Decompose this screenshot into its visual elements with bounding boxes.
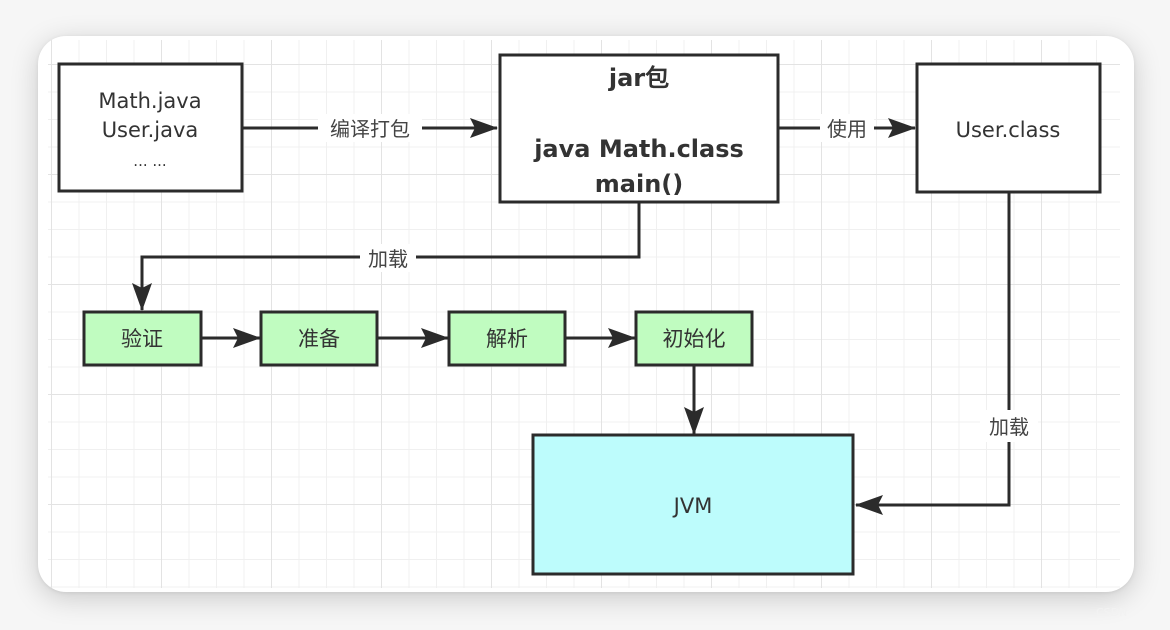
node-line-ellipsis: ... ... [133, 152, 166, 170]
node-title-jar: jar包 [608, 64, 669, 92]
node-line-main: main() [595, 170, 683, 198]
class-loading-diagram: 编译打包 使用 加载 加载 Math.java User.java ... ..… [57, 53, 1102, 576]
node-source-files[interactable]: Math.java User.java ... ... [57, 62, 244, 193]
edge-compile-package: 编译打包 [243, 114, 498, 142]
edge-label-use: 使用 [827, 117, 867, 141]
node-verify[interactable]: 验证 [82, 310, 203, 367]
edge-label-load-from-jar: 加载 [368, 247, 408, 271]
edge-line [855, 193, 1011, 515]
edge-use: 使用 [778, 114, 916, 142]
edge-label-compile-package: 编译打包 [330, 117, 410, 141]
edge-load-from-jar: 加载 [132, 203, 641, 311]
node-label-initialize: 初始化 [663, 327, 726, 351]
node-label-resolve: 解析 [486, 327, 528, 351]
node-line-java-math-class: java Math.class [533, 135, 744, 163]
node-prepare[interactable]: 准备 [259, 310, 379, 367]
node-user-class[interactable]: User.class [915, 62, 1102, 194]
node-initialize[interactable]: 初始化 [634, 310, 754, 367]
watermark: CSDN [1096, 606, 1128, 619]
node-resolve[interactable]: 解析 [447, 310, 567, 367]
node-jar-package[interactable]: jar包 java Math.class main() [498, 53, 780, 204]
node-label-jvm: JVM [672, 494, 713, 518]
edge-label-load-user-class: 加载 [989, 415, 1029, 439]
node-line-user-java: User.java [102, 118, 199, 142]
node-jvm[interactable]: JVM [531, 433, 855, 576]
node-label-user-class: User.class [956, 118, 1061, 142]
node-label-verify: 验证 [121, 327, 163, 351]
node-line-math-java: Math.java [98, 89, 201, 113]
node-label-prepare: 准备 [298, 327, 340, 351]
edge-load-user-class: 加载 [855, 193, 1038, 515]
